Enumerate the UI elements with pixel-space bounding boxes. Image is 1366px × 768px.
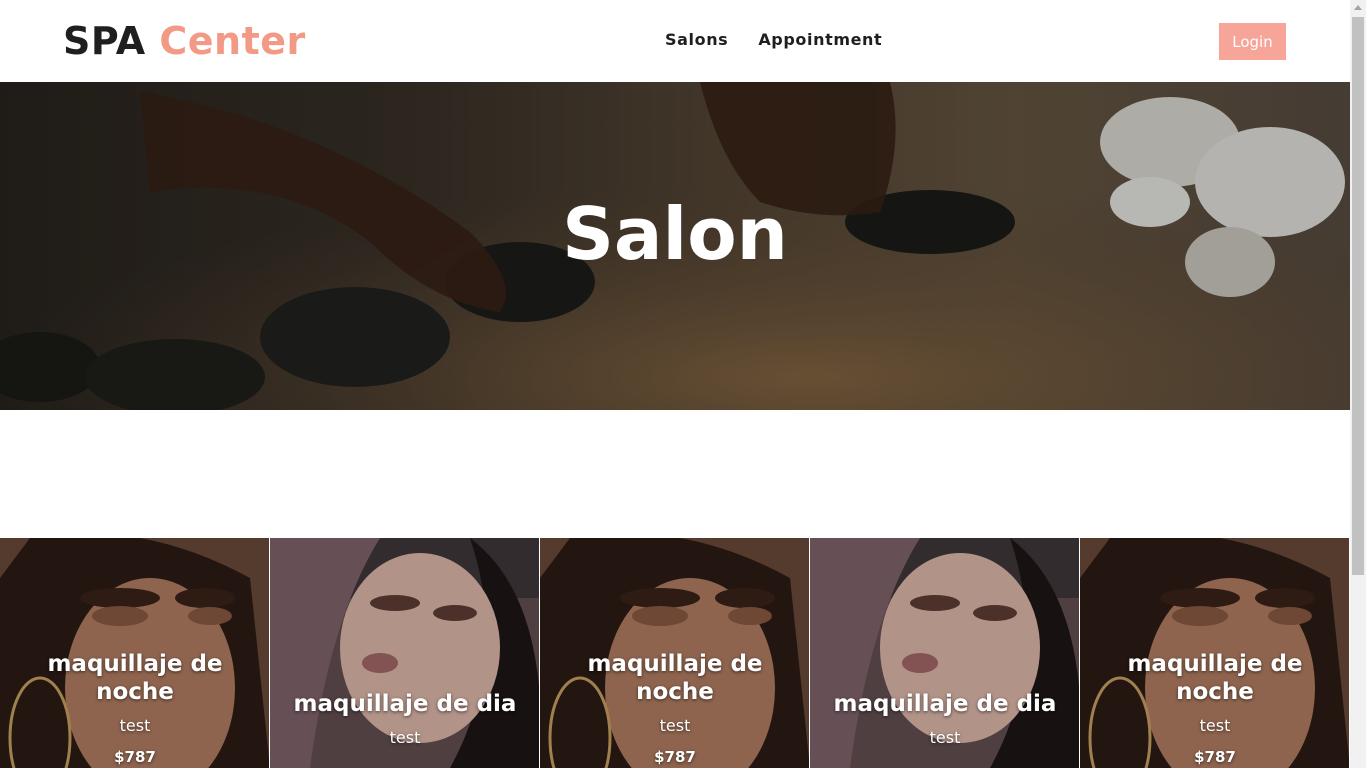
logo-text-spa: SPA — [63, 19, 146, 63]
scroll-up-arrow-icon[interactable] — [1350, 0, 1366, 16]
nav-appointment-link[interactable]: Appointment — [758, 30, 882, 50]
card-text: maquillaje de dia test — [810, 690, 1079, 748]
main-nav: Salons Appointment — [665, 30, 882, 50]
scrollbar-thumb[interactable] — [1352, 17, 1364, 575]
site-header: SPA Center Salons Appointment Login — [0, 0, 1350, 82]
login-button[interactable]: Login — [1219, 23, 1286, 60]
card-text: maquillaje de noche test $787 — [1080, 650, 1349, 766]
hero-title: Salon — [562, 192, 788, 276]
service-card[interactable]: maquillaje de noche test $787 — [0, 538, 270, 768]
service-card[interactable]: maquillaje de noche test $787 — [540, 538, 810, 768]
service-card[interactable]: maquillaje de noche test $787 — [1080, 538, 1350, 768]
card-price: $787 — [654, 748, 696, 766]
card-title: maquillaje de noche — [587, 651, 763, 705]
service-card[interactable]: maquillaje de dia test — [270, 538, 540, 768]
card-price: $787 — [114, 748, 156, 766]
nav-salons-link[interactable]: Salons — [665, 30, 728, 50]
card-text: maquillaje de noche test $787 — [540, 650, 809, 766]
card-description: test — [119, 716, 151, 735]
card-description: test — [929, 728, 961, 747]
card-title: maquillaje de dia — [293, 691, 517, 717]
card-description: test — [659, 716, 691, 735]
site-logo[interactable]: SPA Center — [63, 18, 306, 64]
card-title: maquillaje de noche — [1127, 651, 1303, 705]
card-price: $787 — [1194, 748, 1236, 766]
hero-banner: Salon — [0, 82, 1350, 410]
page-scrollbar[interactable] — [1350, 0, 1366, 768]
card-description: test — [1199, 716, 1231, 735]
service-cards: maquillaje de noche test $787 maquillaje… — [0, 538, 1350, 768]
card-text: maquillaje de dia test — [270, 690, 539, 748]
card-description: test — [389, 728, 421, 747]
card-text: maquillaje de noche test $787 — [0, 650, 269, 766]
card-title: maquillaje de dia — [833, 691, 1057, 717]
service-card[interactable]: maquillaje de dia test — [810, 538, 1080, 768]
card-title: maquillaje de noche — [47, 651, 223, 705]
logo-text-center: Center — [159, 19, 306, 63]
